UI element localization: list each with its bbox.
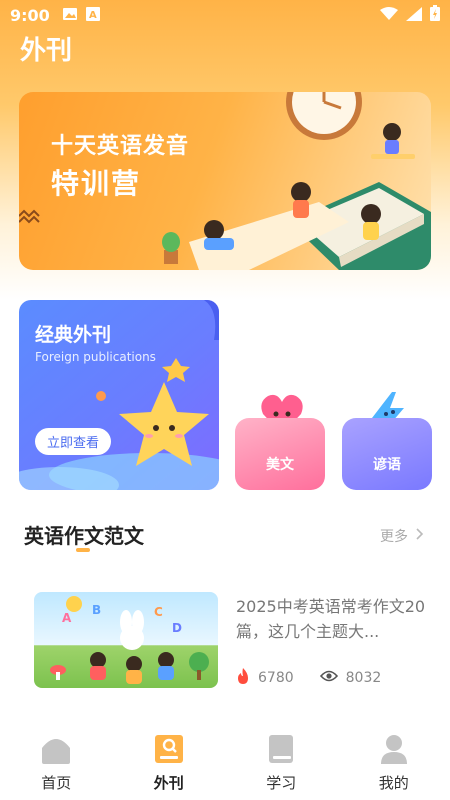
svg-text:B: B (92, 603, 101, 617)
svg-text:A: A (89, 10, 97, 21)
page-title: 外刊 (20, 36, 73, 66)
image-icon (62, 6, 78, 25)
promo-banner[interactable]: 十天英语发音 特训营 (19, 92, 431, 270)
home-icon (40, 734, 72, 768)
kid-figure-4 (371, 123, 415, 159)
proverbs-card-label: 谚语 (373, 457, 401, 473)
view-count: 8032 (345, 670, 382, 686)
chevron-right-icon (416, 528, 424, 544)
more-link-label: 更多 (380, 529, 408, 545)
essay-card[interactable]: 美文 (235, 418, 325, 490)
kid-figure-1 (291, 182, 311, 218)
status-bar: 9:00 A (0, 0, 450, 30)
user-icon (379, 734, 409, 768)
view-now-button[interactable]: 立即查看 (35, 428, 112, 455)
article-title: 2025中考英语常考作文20篇，这几个主题大... (236, 597, 426, 641)
tab-publications[interactable]: 外刊 (113, 728, 226, 800)
clock-icon (286, 92, 362, 140)
tab-profile[interactable]: 我的 (338, 728, 450, 800)
signal-icon (406, 6, 422, 25)
article-thumbnail: A B C D (34, 592, 218, 688)
classic-card-subtitle: Foreign publications (35, 350, 156, 364)
fire-icon (236, 668, 250, 688)
classic-card-title: 经典外刊 (35, 324, 112, 346)
bottom-tab-bar: 首页 外刊 学习 我的 (0, 728, 450, 800)
tab-study[interactable]: 学习 (225, 728, 338, 800)
tab-profile-label: 我的 (378, 774, 409, 792)
battery-icon (430, 5, 440, 25)
classic-publications-card[interactable]: 经典外刊 Foreign publications 立即查看 (19, 300, 219, 490)
book-icon (267, 734, 295, 768)
tab-home-label: 首页 (41, 774, 72, 792)
tab-publications-label: 外刊 (153, 774, 184, 792)
essay-card-label: 美文 (266, 457, 294, 473)
section-title-underline (76, 548, 90, 552)
eye-icon (319, 670, 338, 686)
publications-icon (154, 734, 184, 768)
list-item-article[interactable]: A B C D 2025中考英语常考作文20篇，这几个主题大... 6780 8… (34, 592, 434, 692)
wifi-icon (380, 6, 398, 25)
svg-text:A: A (62, 611, 72, 625)
svg-text:D: D (172, 621, 182, 635)
hot-count: 6780 (258, 670, 294, 686)
tab-study-label: 学习 (266, 774, 297, 792)
plant-icon (162, 232, 180, 264)
article-stats: 6780 8032 (236, 668, 407, 688)
section-title: 英语作文范文 (24, 524, 144, 548)
proverbs-card[interactable]: 谚语 (342, 418, 432, 490)
tab-home[interactable]: 首页 (0, 728, 113, 800)
banner-illustration (19, 92, 431, 270)
font-icon: A (85, 6, 100, 25)
svg-text:C: C (154, 605, 163, 619)
status-time: 9:00 (10, 5, 50, 25)
more-link[interactable]: 更多 (380, 526, 424, 546)
